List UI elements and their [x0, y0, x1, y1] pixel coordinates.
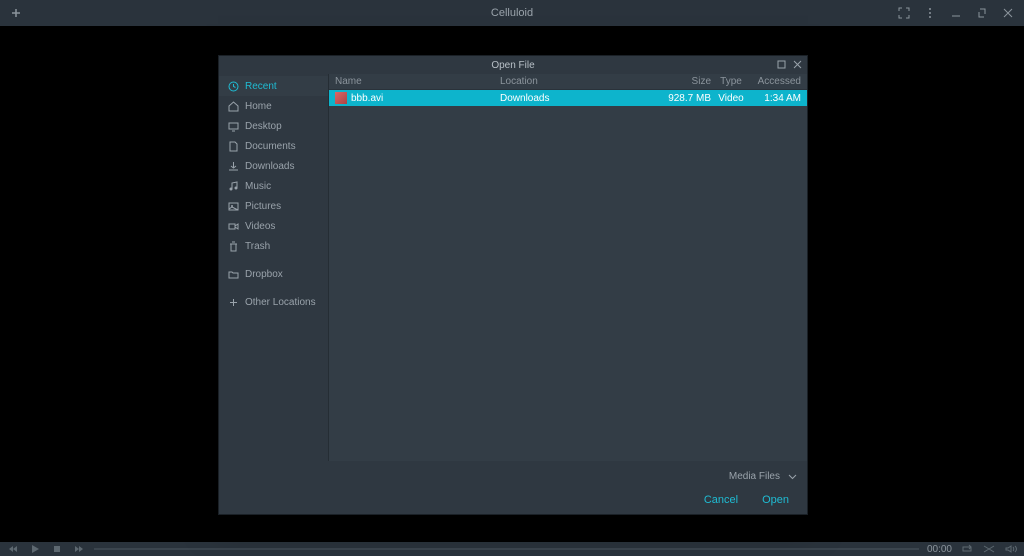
- sidebar-item-downloads[interactable]: Downloads: [219, 156, 328, 176]
- minimize-button[interactable]: [948, 5, 964, 21]
- plus-icon: [227, 296, 239, 308]
- column-accessed[interactable]: Accessed: [751, 76, 801, 87]
- titlebar: Celluloid: [0, 0, 1024, 26]
- column-location[interactable]: Location: [500, 76, 651, 87]
- volume-button[interactable]: [1004, 542, 1018, 556]
- video-file-icon: [335, 92, 347, 104]
- progress-slider[interactable]: [94, 548, 919, 550]
- sidebar-item-label: Home: [245, 101, 272, 112]
- sidebar-item-label: Dropbox: [245, 269, 283, 280]
- picture-icon: [227, 200, 239, 212]
- dialog-title: Open File: [491, 60, 534, 71]
- file-name: bbb.avi: [351, 93, 383, 104]
- sidebar-item-label: Pictures: [245, 201, 281, 212]
- shuffle-button[interactable]: [982, 542, 996, 556]
- sidebar-item-videos[interactable]: Videos: [219, 216, 328, 236]
- sidebar-item-documents[interactable]: Documents: [219, 136, 328, 156]
- file-accessed: 1:34 AM: [751, 93, 801, 104]
- add-button[interactable]: [8, 5, 24, 21]
- sidebar-item-label: Videos: [245, 221, 275, 232]
- dialog-close-button[interactable]: [791, 58, 803, 70]
- file-row[interactable]: bbb.avi Downloads 928.7 MB Video 1:34 AM: [329, 90, 807, 106]
- open-file-dialog: Open File Recent Home Desktop Documents: [218, 55, 808, 515]
- file-filter-select[interactable]: Media Files: [729, 471, 797, 482]
- file-size: 928.7 MB: [651, 93, 711, 104]
- cancel-button[interactable]: Cancel: [704, 494, 738, 506]
- previous-button[interactable]: [6, 542, 20, 556]
- dialog-footer: Media Files Cancel Open: [219, 461, 807, 514]
- sidebar-item-recent[interactable]: Recent: [219, 76, 328, 96]
- folder-icon: [227, 268, 239, 280]
- filter-label: Media Files: [729, 471, 780, 482]
- sidebar-item-label: Documents: [245, 141, 296, 152]
- desktop-icon: [227, 120, 239, 132]
- sidebar-item-home[interactable]: Home: [219, 96, 328, 116]
- open-button[interactable]: Open: [762, 494, 789, 506]
- file-list: Name Location Size Type Accessed bbb.avi…: [329, 74, 807, 461]
- next-button[interactable]: [72, 542, 86, 556]
- dialog-maximize-button[interactable]: [775, 58, 787, 70]
- sidebar-item-desktop[interactable]: Desktop: [219, 116, 328, 136]
- sidebar-item-label: Trash: [245, 241, 270, 252]
- menu-button[interactable]: [922, 5, 938, 21]
- maximize-button[interactable]: [974, 5, 990, 21]
- close-button[interactable]: [1000, 5, 1016, 21]
- column-name[interactable]: Name: [335, 76, 500, 87]
- column-type[interactable]: Type: [711, 76, 751, 87]
- home-icon: [227, 100, 239, 112]
- trash-icon: [227, 240, 239, 252]
- file-location: Downloads: [500, 93, 651, 104]
- app-title: Celluloid: [491, 7, 533, 19]
- dialog-header: Open File: [219, 56, 807, 74]
- sidebar-item-label: Other Locations: [245, 297, 316, 308]
- time-display: 00:00: [927, 544, 952, 555]
- file-list-header: Name Location Size Type Accessed: [329, 74, 807, 90]
- column-size[interactable]: Size: [651, 76, 711, 87]
- sidebar-item-label: Music: [245, 181, 271, 192]
- player-bar: 00:00: [0, 542, 1024, 556]
- video-icon: [227, 220, 239, 232]
- loop-button[interactable]: [960, 542, 974, 556]
- sidebar-item-label: Recent: [245, 81, 277, 92]
- sidebar-item-trash[interactable]: Trash: [219, 236, 328, 256]
- music-icon: [227, 180, 239, 192]
- chevron-down-icon: [788, 474, 797, 480]
- sidebar-item-music[interactable]: Music: [219, 176, 328, 196]
- sidebar-item-pictures[interactable]: Pictures: [219, 196, 328, 216]
- document-icon: [227, 140, 239, 152]
- fullscreen-button[interactable]: [896, 5, 912, 21]
- stop-button[interactable]: [50, 542, 64, 556]
- sidebar-item-dropbox[interactable]: Dropbox: [219, 264, 328, 284]
- file-type: Video: [711, 93, 751, 104]
- sidebar: Recent Home Desktop Documents Downloads …: [219, 74, 329, 461]
- sidebar-item-other-locations[interactable]: Other Locations: [219, 292, 328, 312]
- sidebar-item-label: Desktop: [245, 121, 282, 132]
- play-button[interactable]: [28, 542, 42, 556]
- clock-icon: [227, 80, 239, 92]
- sidebar-item-label: Downloads: [245, 161, 294, 172]
- download-icon: [227, 160, 239, 172]
